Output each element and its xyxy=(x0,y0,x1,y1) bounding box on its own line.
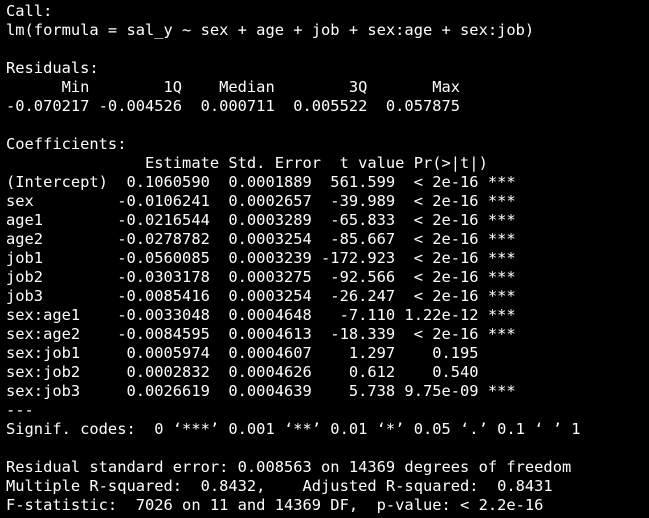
coefficient-row: sex:age1 -0.0033048 0.0004648 -7.110 1.2… xyxy=(6,306,516,324)
residuals-values-row: -0.070217 -0.004526 0.000711 0.005522 0.… xyxy=(6,97,470,115)
signif-codes: Signif. codes: 0 ‘***’ 0.001 ‘**’ 0.01 ‘… xyxy=(6,420,581,438)
r-squared-line: Multiple R-squared: 0.8432, Adjusted R-s… xyxy=(6,477,562,495)
coefficient-row: age2 -0.0278782 0.0003254 -85.667 < 2e-1… xyxy=(6,230,516,248)
separator-line: --- xyxy=(6,401,34,419)
coefficient-row: job1 -0.0560085 0.0003239 -172.923 < 2e-… xyxy=(6,249,516,267)
f-statistic-line: F-statistic: 7026 on 11 and 14369 DF, p-… xyxy=(6,496,544,514)
coefficient-row: sex:job1 0.0005974 0.0004607 1.297 0.195 xyxy=(6,344,516,362)
coefficient-row: sex:job2 0.0002832 0.0004626 0.612 0.540 xyxy=(6,363,516,381)
coefficients-heading: Coefficients: xyxy=(6,135,127,153)
coefficient-row: sex:age2 -0.0084595 0.0004613 -18.339 < … xyxy=(6,325,516,343)
residual-std-error: Residual standard error: 0.008563 on 143… xyxy=(6,458,572,476)
call-formula: lm(formula = sal_y ~ sex + age + job + s… xyxy=(6,21,535,39)
coefficient-row: (Intercept) 0.1060590 0.0001889 561.599 … xyxy=(6,173,516,191)
residuals-heading: Residuals: xyxy=(6,59,99,77)
coefficient-row: job2 -0.0303178 0.0003275 -92.566 < 2e-1… xyxy=(6,268,516,286)
residuals-header-row: Min 1Q Median 3Q Max xyxy=(6,78,470,96)
console-output[interactable]: Call: lm(formula = sal_y ~ sex + age + j… xyxy=(0,0,649,518)
coefficient-row: sex:job3 0.0026619 0.0004639 5.738 9.75e… xyxy=(6,382,516,400)
coefficients-header-row: Estimate Std. Error t value Pr(>|t|) xyxy=(6,154,525,172)
call-heading: Call: xyxy=(6,2,53,20)
coefficient-row: job3 -0.0085416 0.0003254 -26.247 < 2e-1… xyxy=(6,287,516,305)
coefficient-row: age1 -0.0216544 0.0003289 -65.833 < 2e-1… xyxy=(6,211,516,229)
coefficient-row: sex -0.0106241 0.0002657 -39.989 < 2e-16… xyxy=(6,192,516,210)
